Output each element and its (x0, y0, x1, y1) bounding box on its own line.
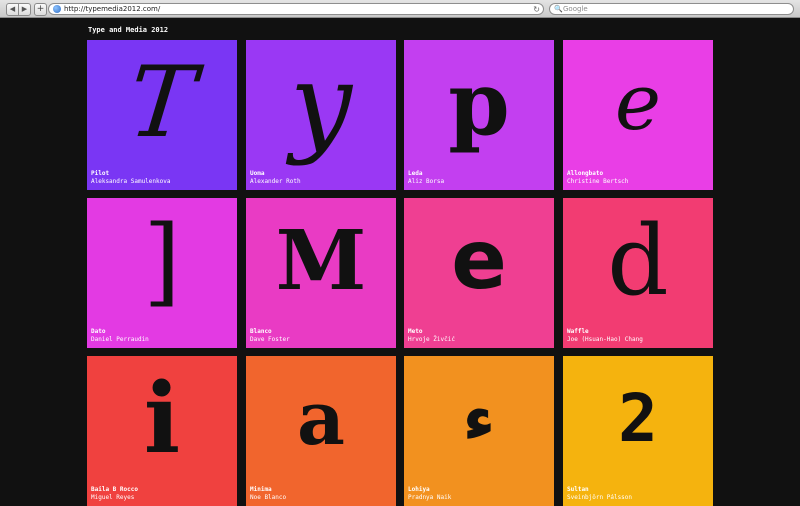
designer-name: Alexander Roth (250, 178, 301, 185)
specimen-glyph: a (297, 375, 345, 462)
page-title: Type and Media 2012 (88, 26, 169, 34)
search-field[interactable]: 🔍 Google (549, 3, 794, 15)
designer-name: Joe (Hsuan-Hao) Chang (567, 336, 643, 343)
typeface-name: Allongbato (567, 170, 604, 177)
specimen-glyph: p (448, 50, 510, 155)
specimen-glyph: M (275, 212, 367, 309)
specimen-glyph: ] (143, 204, 181, 317)
typeface-name: Minima (250, 486, 272, 493)
typeface-name: Lohiya (408, 486, 430, 493)
specimen-glyph: ء (462, 381, 496, 456)
back-icon: ◀ (9, 5, 16, 13)
specimen-glyph: T (123, 45, 201, 160)
designer-name: Aleksandra Samulenkova (91, 178, 171, 185)
typeface-name: Uoma (250, 170, 265, 177)
url-text: http://typemedia2012.com/ (64, 5, 161, 13)
typeface-tile[interactable]: d Waffle Joe (Hsuan-Hao) Chang (563, 198, 713, 348)
designer-name: Daniel Perraudin (91, 336, 149, 343)
globe-icon (53, 5, 61, 13)
designer-name: Christine Bertsch (567, 178, 629, 185)
search-placeholder: Google (563, 5, 588, 13)
specimen-glyph: d (607, 204, 669, 317)
add-bookmark-button[interactable]: + (34, 3, 47, 16)
typeface-name: Blanco (250, 328, 272, 335)
typeface-tile[interactable]: a Minima Noe Blanco (246, 356, 396, 506)
typeface-name: Sultan (567, 486, 589, 493)
designer-name: Aliz Borsa (408, 178, 445, 185)
specimen-glyph: i (143, 362, 181, 475)
forward-button[interactable]: ▶ (18, 3, 31, 16)
typeface-name: Pilot (91, 170, 110, 177)
typeface-tile[interactable]: ء Lohiya Pradnya Naik (404, 356, 554, 506)
typeface-tile[interactable]: e Meto Hrvoje Živčić (404, 198, 554, 348)
designer-name: Hrvoje Živčić (408, 336, 455, 343)
specimen-glyph: 2 (618, 380, 658, 457)
browser-toolbar: ◀ ▶ + http://typemedia2012.com/ ↻ 🔍 Goog… (0, 0, 800, 18)
typeface-tile[interactable]: y Uoma Alexander Roth (246, 40, 396, 190)
specimen-glyph: e (614, 57, 662, 148)
typeface-tile[interactable]: ] Dato Daniel Perraudin (87, 198, 237, 348)
typeface-tile[interactable]: T Pilot Aleksandra Samulenkova (87, 40, 237, 190)
typeface-tile[interactable]: i Baila B Rocco Miguel Reyes (87, 356, 237, 506)
address-bar[interactable]: http://typemedia2012.com/ ↻ (48, 3, 544, 15)
search-icon: 🔍 (554, 5, 563, 13)
typeface-name: Meto (408, 328, 423, 335)
specimen-glyph: e (451, 213, 507, 308)
typeface-name: Waffle (567, 328, 589, 335)
reload-icon[interactable]: ↻ (533, 4, 540, 15)
typeface-name: Dato (91, 328, 106, 335)
typeface-tile[interactable]: 2 Sultan Sveinbjörn Pálsson (563, 356, 713, 506)
typeface-name: Leda (408, 170, 423, 177)
specimen-glyph: y (289, 40, 353, 167)
plus-icon: + (36, 4, 45, 14)
typeface-tile[interactable]: e Allongbato Christine Bertsch (563, 40, 713, 190)
forward-icon: ▶ (21, 5, 28, 13)
typeface-tile[interactable]: p Leda Aliz Borsa (404, 40, 554, 190)
typeface-tile[interactable]: M Blanco Dave Foster (246, 198, 396, 348)
designer-name: Dave Foster (250, 336, 290, 343)
typeface-name: Baila B Rocco (91, 486, 138, 493)
